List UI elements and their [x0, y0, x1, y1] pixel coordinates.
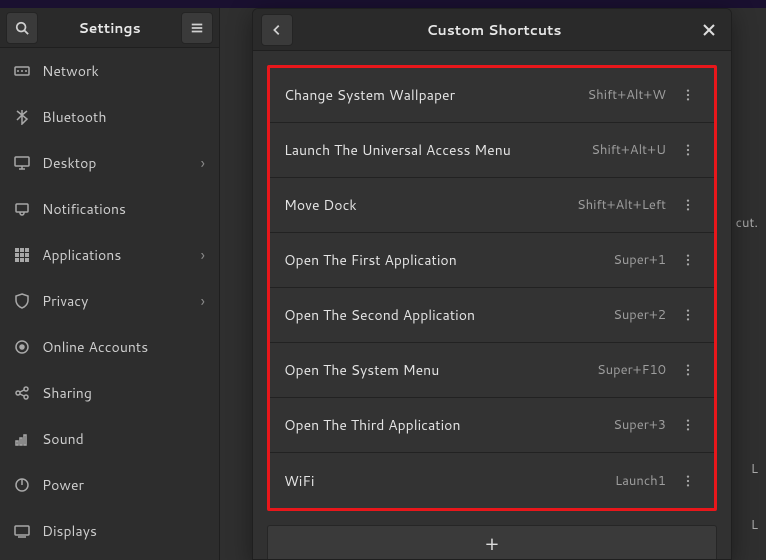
shortcut-keys: Super+2: [613, 306, 666, 324]
search-icon: [15, 21, 29, 35]
sidebar-item-label: Online Accounts: [42, 337, 205, 357]
shortcut-name: WiFi: [284, 471, 615, 491]
shortcut-keys: Super+F10: [597, 361, 666, 379]
shortcut-keys: Launch1: [615, 472, 666, 490]
chevron-right-icon: ›: [201, 290, 205, 313]
shortcut-menu-button[interactable]: [676, 248, 700, 272]
sharing-icon: [14, 385, 36, 401]
sidebar-header: Settings: [0, 8, 219, 48]
close-button[interactable]: [695, 16, 723, 44]
shortcut-keys: Super+3: [613, 416, 666, 434]
shortcut-row[interactable]: Move DockShift+Alt+Left: [270, 178, 714, 233]
sidebar-item-label: Sound: [42, 429, 205, 449]
hamburger-menu-button[interactable]: [181, 12, 213, 44]
shortcut-menu-button[interactable]: [676, 83, 700, 107]
sidebar-item-network[interactable]: Network: [0, 48, 219, 94]
dialog-title: Custom Shortcuts: [293, 20, 695, 40]
sidebar-item-power[interactable]: Power: [0, 462, 219, 508]
bg-hint: cut.: [736, 214, 758, 232]
shortcut-menu-button[interactable]: [676, 138, 700, 162]
sidebar-item-privacy[interactable]: Privacy›: [0, 278, 219, 324]
plus-icon: +: [485, 530, 499, 558]
shortcut-name: Open The Third Application: [284, 415, 613, 435]
shortcut-keys: Shift+Alt+Left: [577, 196, 666, 214]
shortcut-keys: Shift+Alt+U: [591, 141, 666, 159]
custom-shortcuts-dialog: Custom Shortcuts Change System Wallpaper…: [252, 8, 732, 560]
sidebar-item-label: Network: [42, 61, 205, 81]
desktop-top-strip: [0, 0, 766, 8]
sidebar-item-notifications[interactable]: Notifications: [0, 186, 219, 232]
chevron-left-icon: [270, 23, 284, 37]
close-icon: [703, 24, 715, 36]
add-shortcut-button[interactable]: +: [267, 525, 717, 559]
sidebar-item-label: Applications: [42, 245, 201, 265]
privacy-icon: [14, 293, 36, 309]
kebab-icon: [681, 308, 695, 322]
sidebar-item-label: Privacy: [42, 291, 201, 311]
kebab-icon: [681, 253, 695, 267]
desktop-icon: [14, 155, 36, 171]
sidebar-item-bluetooth[interactable]: Bluetooth: [0, 94, 219, 140]
kebab-icon: [681, 474, 695, 488]
shortcut-list: Change System WallpaperShift+Alt+WLaunch…: [267, 65, 717, 511]
shortcut-keys: Super+1: [613, 251, 666, 269]
sidebar-item-sound[interactable]: Sound: [0, 416, 219, 462]
search-button[interactable]: [6, 12, 38, 44]
settings-sidebar: Settings NetworkBluetoothDesktop›Notific…: [0, 8, 220, 560]
network-icon: [14, 63, 36, 79]
kebab-icon: [681, 198, 695, 212]
power-icon: [14, 477, 36, 493]
bg-hint: L: [751, 460, 758, 478]
kebab-icon: [681, 143, 695, 157]
shortcut-row[interactable]: Change System WallpaperShift+Alt+W: [270, 68, 714, 123]
displays-icon: [14, 523, 36, 539]
shortcut-menu-button[interactable]: [676, 193, 700, 217]
shortcut-name: Move Dock: [284, 195, 577, 215]
kebab-icon: [681, 88, 695, 102]
sidebar-item-label: Bluetooth: [42, 107, 205, 127]
shortcut-row[interactable]: Launch The Universal Access MenuShift+Al…: [270, 123, 714, 178]
sidebar-item-sharing[interactable]: Sharing: [0, 370, 219, 416]
bg-hint: L: [751, 516, 758, 534]
bluetooth-icon: [14, 109, 36, 125]
sidebar-item-desktop[interactable]: Desktop›: [0, 140, 219, 186]
sound-icon: [14, 431, 36, 447]
notifications-icon: [14, 201, 36, 217]
shortcut-name: Launch The Universal Access Menu: [284, 140, 591, 160]
shortcut-menu-button[interactable]: [676, 469, 700, 493]
sidebar-item-label: Sharing: [42, 383, 205, 403]
sidebar-item-label: Power: [42, 475, 205, 495]
shortcut-row[interactable]: Open The System MenuSuper+F10: [270, 343, 714, 398]
apps-icon: [14, 247, 36, 263]
dialog-header: Custom Shortcuts: [253, 9, 731, 51]
sidebar-item-online-accounts[interactable]: Online Accounts: [0, 324, 219, 370]
sidebar-item-displays[interactable]: Displays: [0, 508, 219, 554]
sidebar-item-label: Desktop: [42, 153, 201, 173]
shortcut-row[interactable]: Open The First ApplicationSuper+1: [270, 233, 714, 288]
chevron-right-icon: ›: [201, 152, 205, 175]
sidebar-list: NetworkBluetoothDesktop›NotificationsApp…: [0, 48, 219, 560]
chevron-right-icon: ›: [201, 244, 205, 267]
shortcut-row[interactable]: Open The Third ApplicationSuper+3: [270, 398, 714, 453]
kebab-icon: [681, 363, 695, 377]
dialog-body: Change System WallpaperShift+Alt+WLaunch…: [253, 51, 731, 559]
shortcut-name: Open The System Menu: [284, 360, 597, 380]
shortcut-name: Change System Wallpaper: [284, 85, 588, 105]
shortcut-menu-button[interactable]: [676, 303, 700, 327]
shortcut-name: Open The First Application: [284, 250, 613, 270]
online-icon: [14, 339, 36, 355]
sidebar-title: Settings: [38, 18, 181, 38]
sidebar-item-label: Displays: [42, 521, 205, 541]
kebab-icon: [681, 418, 695, 432]
shortcut-row[interactable]: Open The Second ApplicationSuper+2: [270, 288, 714, 343]
shortcut-name: Open The Second Application: [284, 305, 613, 325]
shortcut-row[interactable]: WiFiLaunch1: [270, 453, 714, 508]
shortcut-menu-button[interactable]: [676, 413, 700, 437]
back-button[interactable]: [261, 14, 293, 46]
hamburger-icon: [190, 21, 204, 35]
shortcut-menu-button[interactable]: [676, 358, 700, 382]
sidebar-item-applications[interactable]: Applications›: [0, 232, 219, 278]
sidebar-item-label: Notifications: [42, 199, 205, 219]
shortcut-keys: Shift+Alt+W: [588, 86, 666, 104]
